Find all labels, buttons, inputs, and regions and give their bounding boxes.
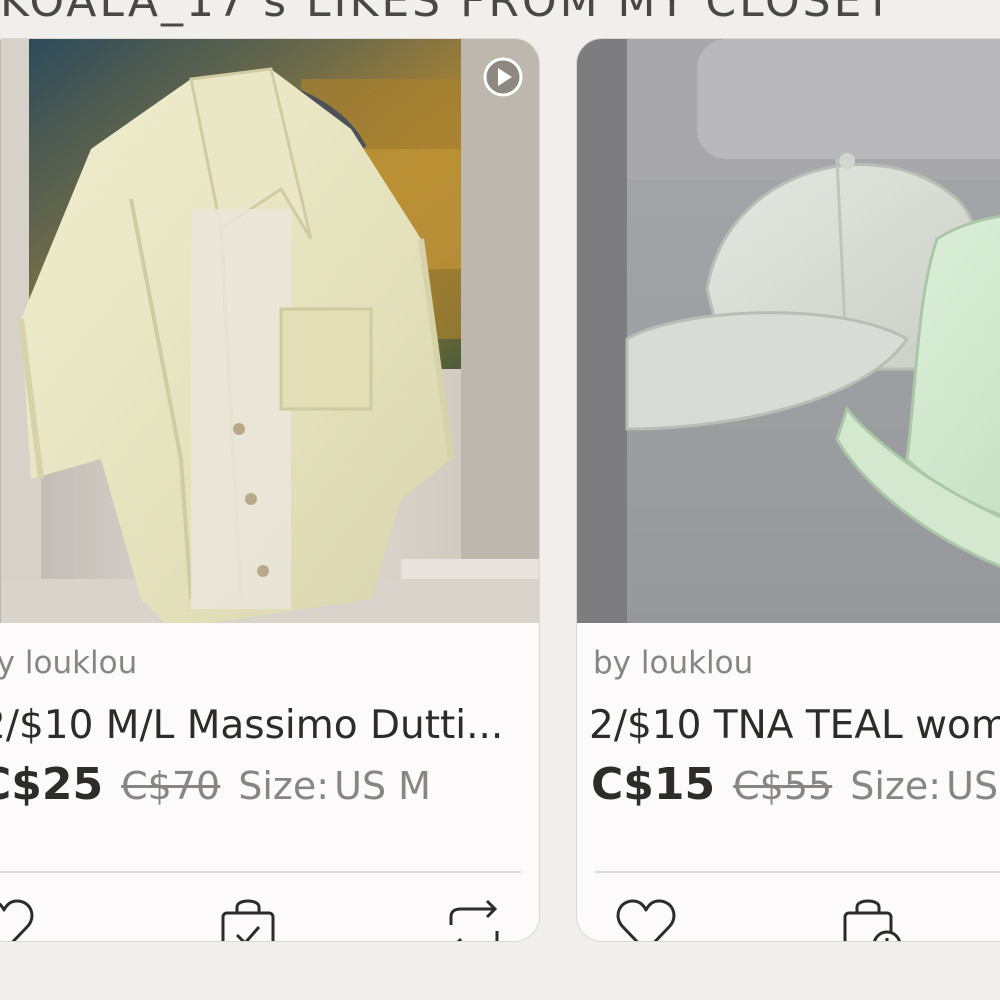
size-label: Size: [850,764,942,808]
price-row: C$25 C$70 Size: US M [0,759,431,810]
add-to-bundle-button[interactable] [837,893,907,941]
closet-likes-page: KOALA_17's LIKES FROM MY CLOSET louklou … [0,0,1000,1000]
size-value: US [946,764,999,808]
bundle-button[interactable] [213,893,283,941]
listing-title[interactable]: 2/$10 M/L Massimo Dutti... [0,703,503,748]
shirt-photo [0,39,539,623]
seller-name[interactable]: by louklou [0,645,137,681]
like-button[interactable] [611,893,681,941]
heart-icon [616,899,676,941]
footer-strip [0,972,1000,1000]
listing-photo[interactable] [577,39,1000,623]
size-info: Size: US [850,764,998,808]
price-row: C$15 C$55 Size: US [591,759,998,810]
listing-info: by louklou 2/$10 M/L Massimo Dutti... C$… [0,623,539,941]
shopping-bag-check-icon [221,899,275,941]
shopping-bag-plus-icon [843,899,901,941]
original-price: C$70 [121,764,221,808]
listing-info: by louklou 2/$10 TNA TEAL wom C$15 C$55 … [577,623,1000,941]
original-price: C$55 [733,764,833,808]
size-value: US M [334,764,431,808]
listing-card[interactable]: by louklou 2/$10 TNA TEAL wom C$15 C$55 … [576,38,1000,942]
caps-photo [577,39,1000,623]
section-title: KOALA_17's LIKES FROM MY CLOSET [0,0,895,27]
listing-card[interactable]: by louklou 2/$10 M/L Massimo Dutti... C$… [0,38,540,942]
listing-price: C$15 [591,759,716,810]
like-button[interactable] [0,893,39,941]
size-info: Size: US M [238,764,431,808]
divider [595,871,1000,873]
seller-name[interactable]: by louklou [593,645,753,681]
play-video-icon[interactable] [483,57,523,97]
heart-icon [0,899,34,941]
share-button[interactable] [439,893,509,941]
size-label: Size: [238,764,330,808]
divider [0,871,521,873]
listing-title[interactable]: 2/$10 TNA TEAL wom [589,703,1000,748]
repost-icon [449,899,499,941]
listing-price: C$25 [0,759,104,810]
listing-photo[interactable] [0,39,539,623]
